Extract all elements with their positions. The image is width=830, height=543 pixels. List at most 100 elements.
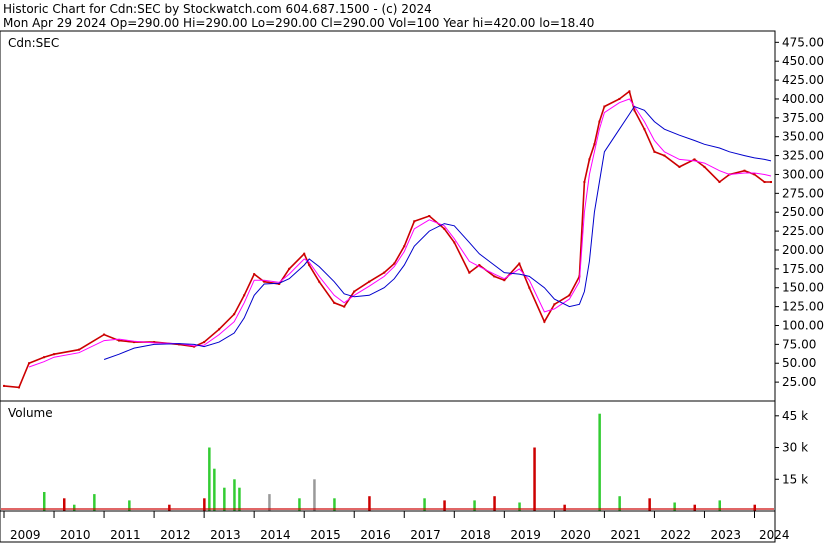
price-point: [253, 273, 256, 276]
price-point: [593, 143, 596, 146]
volume-bar: [598, 413, 601, 511]
x-axis-label: 2020: [560, 528, 591, 542]
price-point: [588, 158, 591, 161]
price-point: [643, 128, 646, 131]
price-y-tick-label: 100.00: [782, 318, 824, 332]
price-y-tick-label: 25.00: [782, 375, 816, 389]
price-point: [203, 341, 206, 344]
price-point: [633, 109, 636, 112]
price-point: [703, 165, 706, 168]
price-point: [618, 97, 621, 100]
x-axis-label: 2021: [610, 528, 641, 542]
price-y-tick-label: 450.00: [782, 54, 824, 68]
price-point: [28, 362, 31, 365]
price-point: [288, 267, 291, 270]
volume-bar: [223, 487, 226, 511]
price-point: [3, 384, 5, 387]
price-point: [368, 280, 371, 283]
price-point: [53, 353, 56, 356]
volume-bar: [208, 447, 211, 511]
x-axis-label: 2016: [360, 528, 391, 542]
volume-bar: [533, 447, 536, 511]
price-y-tick-label: 300.00: [782, 167, 824, 181]
price-point: [383, 271, 386, 274]
price-point: [598, 120, 601, 123]
price-point: [403, 245, 406, 248]
price-point: [18, 386, 21, 389]
price-point: [333, 301, 336, 304]
volume-y-tick-label: 30 k: [782, 441, 808, 455]
price-point: [218, 328, 221, 331]
price-y-tick-label: 275.00: [782, 186, 824, 200]
price-point: [653, 150, 656, 153]
price-point: [693, 158, 696, 161]
price-y-tick-label: 150.00: [782, 281, 824, 295]
price-point: [678, 165, 681, 168]
price-y-tick-label: 250.00: [782, 205, 824, 219]
price-point: [453, 241, 456, 244]
price-point: [518, 262, 521, 265]
stock-chart: Historic Chart for Cdn:SEC by Stockwatch…: [0, 0, 830, 543]
price-y-tick-label: 75.00: [782, 337, 816, 351]
price-point: [318, 280, 321, 283]
price-point: [118, 339, 121, 342]
x-axis-label: 2009: [10, 528, 41, 542]
x-axis-label: 2022: [660, 528, 691, 542]
price-point: [553, 303, 556, 306]
price-y-tick-label: 225.00: [782, 224, 824, 238]
price-point: [353, 290, 356, 293]
x-axis-label: 2019: [510, 528, 541, 542]
x-axis-label: 2015: [310, 528, 341, 542]
volume-bar: [238, 487, 241, 511]
x-axis-label: 2011: [110, 528, 141, 542]
volume-bar: [693, 504, 696, 511]
price-y-tick-label: 125.00: [782, 300, 824, 314]
volume-bar: [213, 468, 216, 511]
volume-bar: [73, 504, 76, 511]
price-y-tick-label: 475.00: [782, 35, 824, 49]
price-point: [263, 280, 266, 283]
volume-y-tick-label: 45 k: [782, 409, 808, 423]
price-point: [78, 348, 81, 351]
x-axis-label: 2024: [759, 528, 790, 542]
price-point: [103, 333, 106, 336]
price-point: [743, 169, 746, 172]
price-point: [753, 173, 756, 176]
x-axis-label: 2023: [710, 528, 741, 542]
volume-bar: [168, 504, 171, 511]
price-point: [628, 90, 631, 93]
price-point: [443, 227, 446, 230]
price-y-tick-label: 175.00: [782, 262, 824, 276]
x-axis-label: 2017: [410, 528, 441, 542]
price-y-tick-label: 375.00: [782, 111, 824, 125]
price-y-tick-label: 350.00: [782, 130, 824, 144]
price-point: [303, 252, 306, 255]
x-axis-label: 2018: [460, 528, 491, 542]
volume-bar: [233, 479, 236, 511]
price-point: [663, 154, 666, 157]
price-point: [243, 294, 246, 297]
price-point: [428, 215, 431, 217]
price-point: [718, 181, 721, 184]
price-point: [528, 286, 531, 289]
price-y-tick-label: 200.00: [782, 243, 824, 257]
price-y-tick-label: 425.00: [782, 73, 824, 87]
price-point: [583, 181, 586, 184]
price-y-tick-label: 50.00: [782, 356, 816, 370]
volume-bar: [313, 479, 316, 511]
price-point: [43, 356, 46, 359]
chart-background: [0, 0, 830, 543]
price-point: [343, 305, 346, 308]
price-point: [393, 262, 396, 265]
volume-y-tick-label: 15 k: [782, 472, 808, 486]
volume-baseline: [1, 508, 774, 510]
price-point: [543, 320, 546, 323]
price-y-tick-label: 325.00: [782, 149, 824, 163]
price-panel-title: Cdn:SEC: [8, 36, 59, 50]
price-point: [770, 181, 772, 184]
header-line-2: Mon Apr 29 2024 Op=290.00 Hi=290.00 Lo=2…: [3, 16, 594, 30]
price-point: [603, 105, 606, 108]
header-line-1: Historic Chart for Cdn:SEC by Stockwatch…: [3, 2, 432, 16]
price-point: [568, 294, 571, 297]
volume-bar: [753, 504, 756, 511]
